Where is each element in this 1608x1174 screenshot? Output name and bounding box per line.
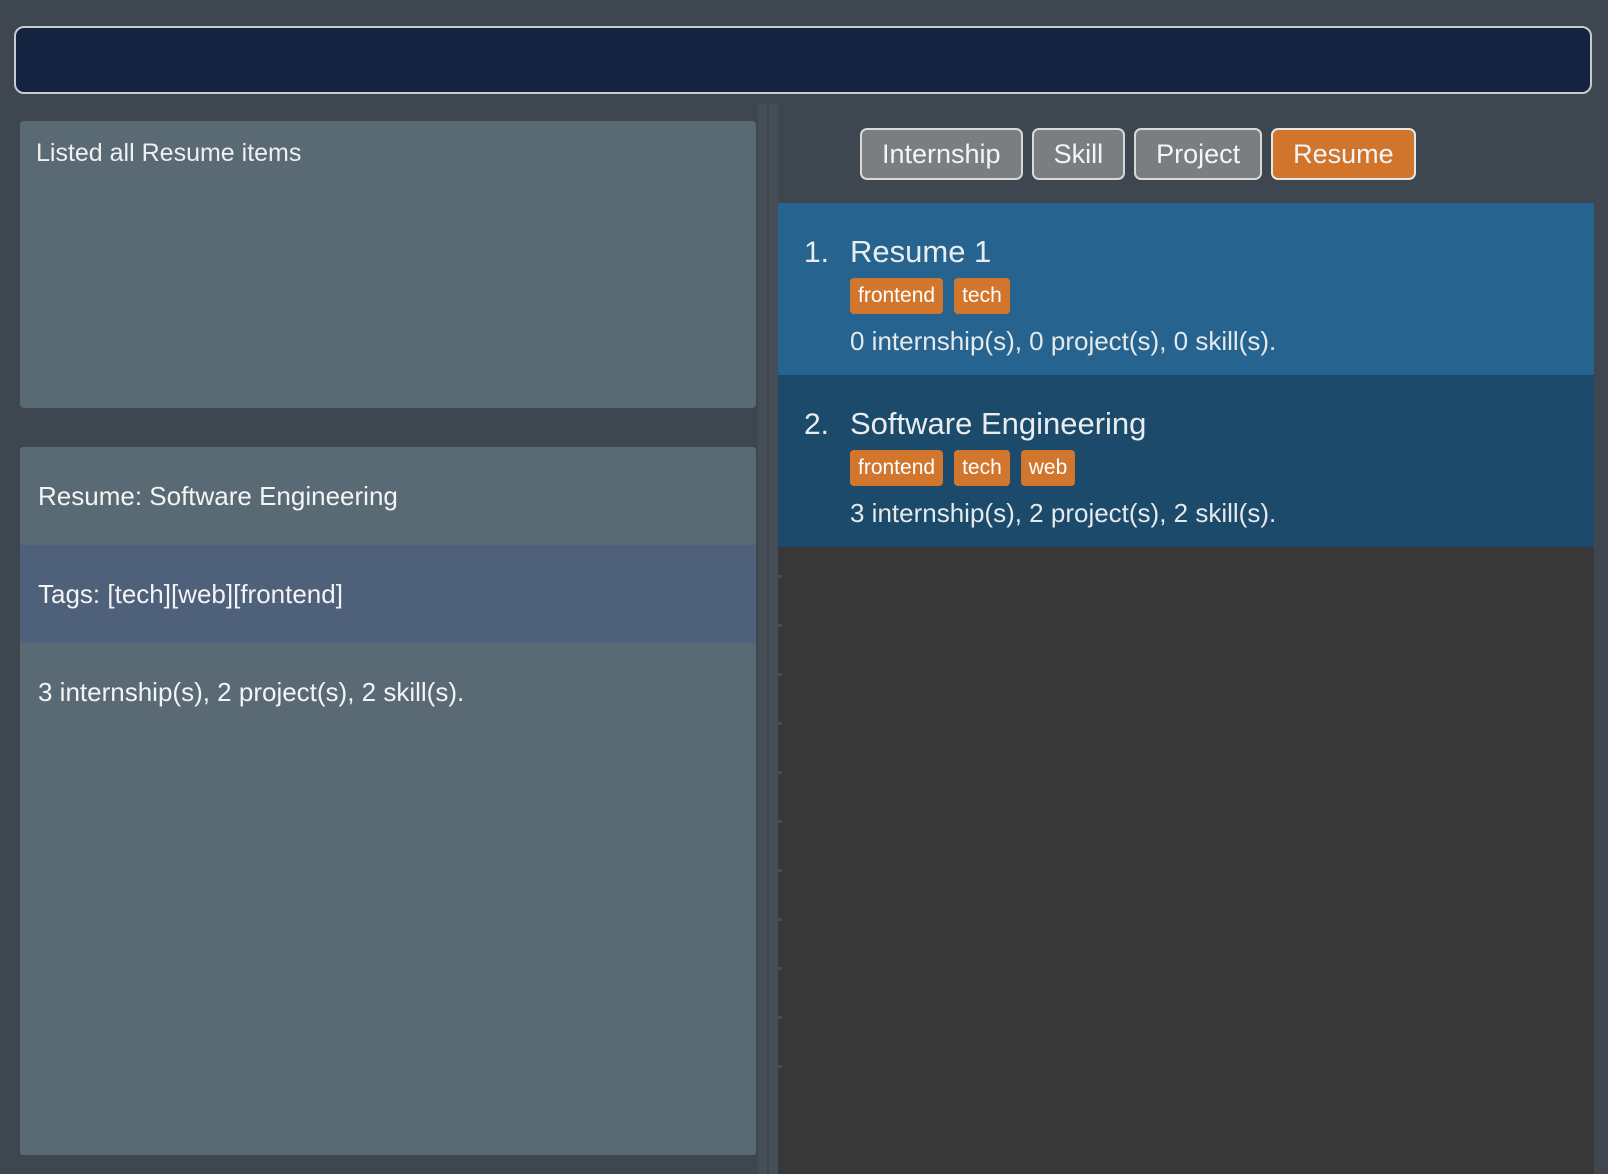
detail-panel: Resume: Software Engineering Tags: [tech… xyxy=(20,447,756,1155)
list-row-tick xyxy=(778,967,782,971)
list-row-tick xyxy=(778,771,782,775)
list-row-tick xyxy=(778,722,782,726)
detail-row-counts[interactable]: 3 internship(s), 2 project(s), 2 skill(s… xyxy=(20,643,756,741)
list-item-counts: 0 internship(s), 0 project(s), 0 skill(s… xyxy=(850,326,1277,357)
list-item-title: Software Engineering xyxy=(850,406,1147,442)
list-empty-area xyxy=(778,547,1594,1108)
pane-splitter[interactable] xyxy=(758,104,778,1174)
list-row-tick xyxy=(778,820,782,824)
main-content: Listed all Resume items Resume: Software… xyxy=(0,104,1608,1174)
status-panel: Listed all Resume items xyxy=(20,121,756,408)
detail-panel-empty-space xyxy=(20,741,756,1155)
tag-chip[interactable]: web xyxy=(1020,450,1076,487)
list-item[interactable]: 2. Software Engineering frontend tech we… xyxy=(778,375,1594,548)
list-item-title-line: 2. Software Engineering xyxy=(804,406,1594,442)
tag-chip[interactable]: frontend xyxy=(850,278,944,315)
list-row-tick xyxy=(778,673,782,677)
splitter-grip xyxy=(767,104,769,1174)
list-item-title: Resume 1 xyxy=(850,234,992,269)
list-row-tick xyxy=(778,869,782,873)
tab-skill[interactable]: Skill xyxy=(1031,128,1126,180)
tag-chip[interactable]: tech xyxy=(954,450,1010,487)
list-item-tags: frontend tech web xyxy=(850,450,1594,487)
list-item-tags: frontend tech xyxy=(850,278,1594,315)
status-message: Listed all Resume items xyxy=(36,139,302,167)
list-row-tick xyxy=(778,1016,782,1020)
tab-resume[interactable]: Resume xyxy=(1271,128,1416,180)
top-bar xyxy=(0,0,1608,104)
tab-project[interactable]: Project xyxy=(1134,128,1263,180)
tab-internship-label: Internship xyxy=(882,138,1001,169)
list-item-index: 1. xyxy=(804,236,830,269)
list-row-tick xyxy=(778,624,782,628)
detail-row-tags[interactable]: Tags: [tech][web][frontend] xyxy=(20,545,756,643)
detail-row-title[interactable]: Resume: Software Engineering xyxy=(20,447,756,545)
list-item[interactable]: 1. Resume 1 frontend tech 0 internship(s… xyxy=(778,203,1594,376)
list-row-tick xyxy=(778,575,782,579)
tab-project-label: Project xyxy=(1156,138,1241,169)
tab-internship[interactable]: Internship xyxy=(860,128,1023,180)
list-item-counts: 3 internship(s), 2 project(s), 2 skill(s… xyxy=(850,498,1277,529)
tab-skill-label: Skill xyxy=(1053,138,1104,169)
left-pane: Listed all Resume items Resume: Software… xyxy=(0,104,778,1174)
resume-list: 1. Resume 1 frontend tech 0 internship(s… xyxy=(778,203,1594,1174)
tag-chip[interactable]: frontend xyxy=(850,450,944,487)
list-item-index: 2. xyxy=(804,408,830,442)
tag-chip[interactable]: tech xyxy=(954,278,1010,315)
list-row-tick xyxy=(778,1065,782,1069)
right-pane: Internship Skill Project Resume 1. Resum… xyxy=(778,104,1608,1174)
list-row-tick xyxy=(778,918,782,922)
tab-resume-label: Resume xyxy=(1293,138,1394,169)
tab-bar: Internship Skill Project Resume xyxy=(778,104,1416,204)
list-item-title-line: 1. Resume 1 xyxy=(804,234,1594,269)
application-window: Listed all Resume items Resume: Software… xyxy=(0,0,1608,1174)
command-input[interactable] xyxy=(14,26,1592,94)
